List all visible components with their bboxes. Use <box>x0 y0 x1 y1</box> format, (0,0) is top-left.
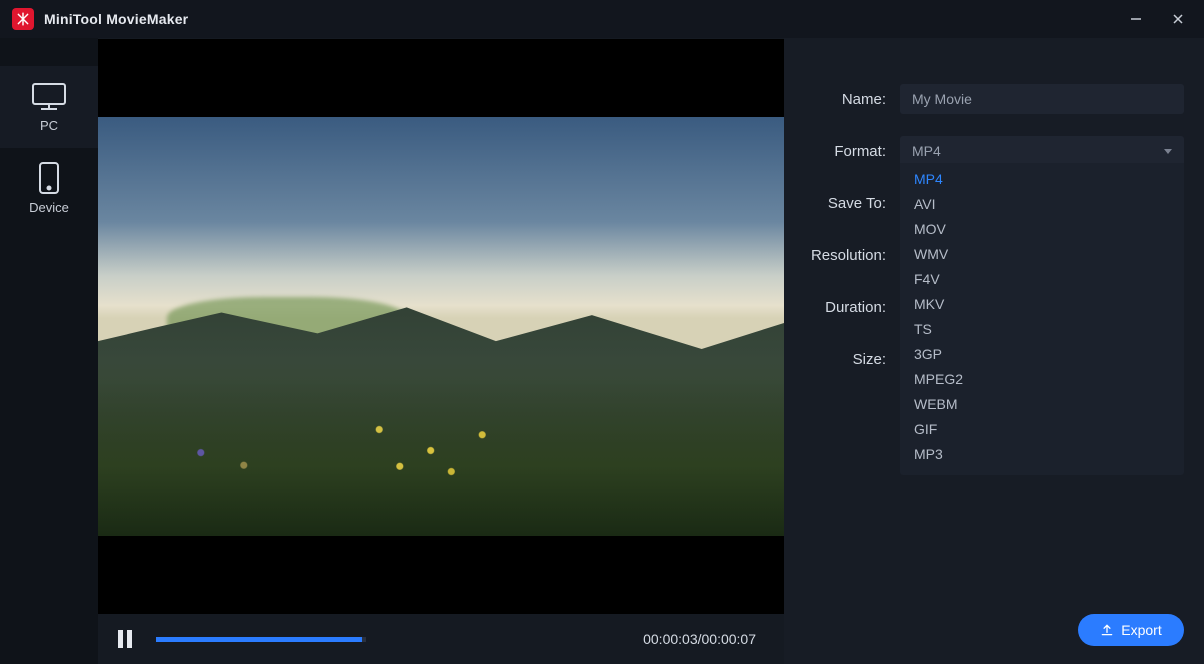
format-select[interactable]: MP4 <box>900 136 1184 166</box>
duration-label: Duration: <box>784 299 900 316</box>
format-label: Format: <box>784 143 900 160</box>
phone-icon <box>31 164 67 192</box>
app-logo <box>12 8 34 30</box>
player-controls: 00:00:03/00:00:07 <box>98 614 784 664</box>
export-button-label: Export <box>1121 622 1161 638</box>
preview-panel: 00:00:03/00:00:07 <box>98 38 784 664</box>
sidebar-item-label: PC <box>40 118 58 133</box>
minimize-button[interactable] <box>1128 11 1144 27</box>
format-option[interactable]: 3GP <box>900 342 1184 367</box>
format-option[interactable]: GIF <box>900 417 1184 442</box>
format-option[interactable]: MKV <box>900 292 1184 317</box>
format-option[interactable]: F4V <box>900 267 1184 292</box>
format-option[interactable]: MP3 <box>900 442 1184 467</box>
app-title: MiniTool MovieMaker <box>44 11 188 27</box>
chevron-down-icon <box>1164 149 1172 154</box>
sidebar-item-label: Device <box>29 200 69 215</box>
format-option[interactable]: WMV <box>900 242 1184 267</box>
format-option[interactable]: MP4 <box>900 167 1184 192</box>
window-controls <box>1128 11 1194 27</box>
progress-bar[interactable] <box>156 637 366 642</box>
name-row: Name: <box>784 78 1184 120</box>
sidebar-item-pc[interactable]: PC <box>0 66 98 148</box>
close-button[interactable] <box>1170 11 1186 27</box>
export-button[interactable]: Export <box>1078 614 1184 646</box>
time-display: 00:00:03/00:00:07 <box>643 631 756 647</box>
video-thumbnail <box>98 117 784 537</box>
format-option[interactable]: TS <box>900 317 1184 342</box>
format-option[interactable]: WEBM <box>900 392 1184 417</box>
export-target-sidebar: PC Device <box>0 38 98 664</box>
monitor-icon <box>31 82 67 110</box>
format-option[interactable]: MOV <box>900 217 1184 242</box>
titlebar: MiniTool MovieMaker <box>0 0 1204 38</box>
pause-button[interactable] <box>118 630 138 648</box>
size-label: Size: <box>784 351 900 368</box>
export-settings-panel: Name: Format: MP4 Save To: Resolution: D… <box>784 38 1204 664</box>
format-selected-value: MP4 <box>912 143 941 159</box>
format-option[interactable]: MPEG2 <box>900 367 1184 392</box>
video-frame <box>98 39 784 614</box>
saveto-label: Save To: <box>784 195 900 212</box>
format-option[interactable]: AVI <box>900 192 1184 217</box>
sidebar-item-device[interactable]: Device <box>0 148 98 230</box>
format-dropdown: MP4 AVI MOV WMV F4V MKV TS 3GP MPEG2 WEB… <box>900 163 1184 475</box>
resolution-label: Resolution: <box>784 247 900 264</box>
name-input[interactable] <box>900 84 1184 114</box>
name-label: Name: <box>784 91 900 108</box>
upload-icon <box>1100 623 1114 637</box>
